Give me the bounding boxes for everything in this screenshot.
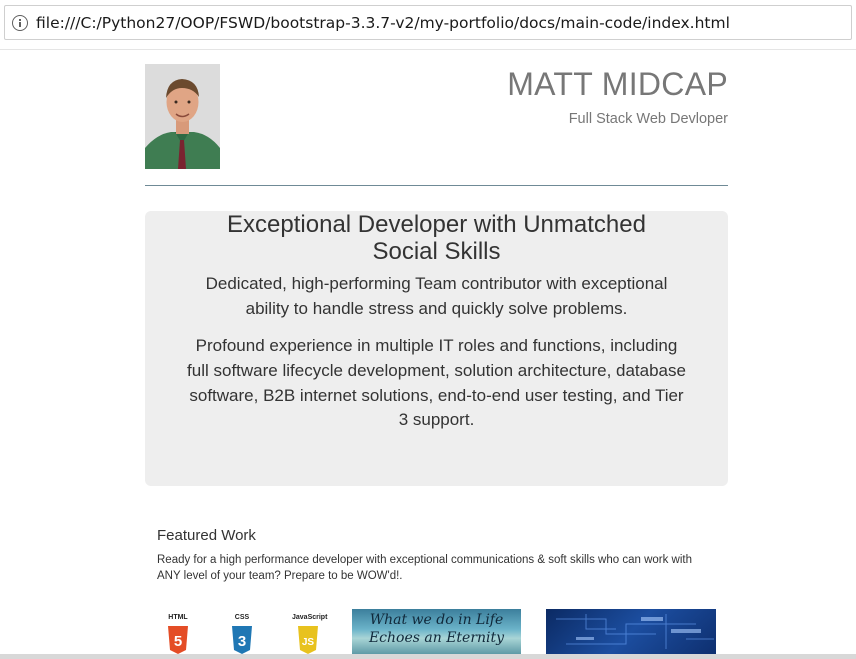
featured-work-description: Ready for a high performance developer w… [157,554,693,582]
javascript-label: JavaScript [292,614,328,621]
featured-work-heading: Featured Work [157,527,256,544]
window-bottom-edge [0,654,856,659]
thumbnail-line-1: What we do in Life [369,612,504,628]
thumbnail-line-2: Echoes an Eternity [368,630,505,646]
header-divider [145,185,728,186]
jumbotron-paragraph-2: Profound experience in multiple IT roles… [187,336,686,430]
jumbotron-title: Exceptional Developer with Unmatched Soc… [227,211,646,265]
svg-text:3: 3 [238,633,246,650]
jumbotron: Exceptional Developer with Unmatched Soc… [145,211,728,486]
tagline: Full Stack Web Devloper [568,111,728,127]
project-thumbnail-circuit[interactable] [546,609,716,654]
html5-label: HTML [168,614,188,621]
profile-photo [145,64,220,169]
browser-toolbar: file:///C:/Python27/OOP/FSWD/bootstrap-3… [0,0,856,50]
svg-text:5: 5 [174,633,182,650]
url-text[interactable]: file:///C:/Python27/OOP/FSWD/bootstrap-3… [36,14,730,32]
css3-icon: CSS 3 [228,614,256,654]
project-thumbnail-life[interactable]: What we do in Life Echoes an Eternity [352,609,521,654]
page-title: MATT MIDCAP [507,66,728,102]
svg-text:JS: JS [302,637,315,648]
info-icon[interactable] [12,15,28,31]
javascript-icon: JavaScript JS [292,614,328,654]
address-bar[interactable]: file:///C:/Python27/OOP/FSWD/bootstrap-3… [4,5,852,40]
jumbotron-paragraph-1: Dedicated, high-performing Team contribu… [205,274,668,318]
html5-icon: HTML 5 [164,614,192,654]
css3-label: CSS [234,614,250,621]
